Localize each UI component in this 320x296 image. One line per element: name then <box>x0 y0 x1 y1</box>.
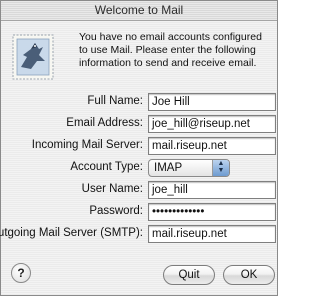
window-title: Welcome to Mail <box>94 3 184 17</box>
full-name-label: Full Name: <box>87 95 143 107</box>
user-name-label: User Name: <box>81 183 143 195</box>
email-address-row: Email Address: joe_hill@riseup.net <box>1 115 279 135</box>
outgoing-server-field[interactable]: mail.riseup.net <box>148 225 276 243</box>
welcome-to-mail-dialog: Welcome to Mail You have no email accoun… <box>0 0 278 296</box>
up-down-arrows-icon: ▲ ▼ <box>212 160 229 176</box>
full-name-row: Full Name: Joe Hill <box>1 93 279 113</box>
password-row: Password: ••••••••••••• <box>1 203 279 223</box>
incoming-server-field[interactable]: mail.riseup.net <box>148 137 276 155</box>
email-address-field[interactable]: joe_hill@riseup.net <box>148 115 276 133</box>
outgoing-server-row: Outgoing Mail Server (SMTP): mail.riseup… <box>0 225 279 245</box>
incoming-server-label: Incoming Mail Server: <box>31 139 143 151</box>
account-type-label: Account Type: <box>70 161 143 173</box>
password-field[interactable]: ••••••••••••• <box>148 203 276 221</box>
help-button[interactable]: ? <box>11 263 31 283</box>
title-bar: Welcome to Mail <box>1 1 277 21</box>
password-label: Password: <box>89 205 143 217</box>
account-type-row: Account Type: IMAP ▲ ▼ <box>1 159 279 179</box>
outgoing-server-label: Outgoing Mail Server (SMTP): <box>0 227 143 239</box>
full-name-field[interactable]: Joe Hill <box>148 93 276 111</box>
incoming-server-row: Incoming Mail Server: mail.riseup.net <box>1 137 279 157</box>
mail-stamp-icon <box>12 34 54 80</box>
email-address-label: Email Address: <box>66 117 143 129</box>
account-type-value: IMAP <box>154 162 183 174</box>
user-name-row: User Name: joe_hill <box>1 181 279 201</box>
intro-message: You have no email accounts configured to… <box>79 31 262 69</box>
user-name-field[interactable]: joe_hill <box>148 181 276 199</box>
ok-button[interactable]: OK <box>223 265 275 285</box>
account-type-select[interactable]: IMAP ▲ ▼ <box>148 159 230 177</box>
quit-button[interactable]: Quit <box>163 265 215 285</box>
